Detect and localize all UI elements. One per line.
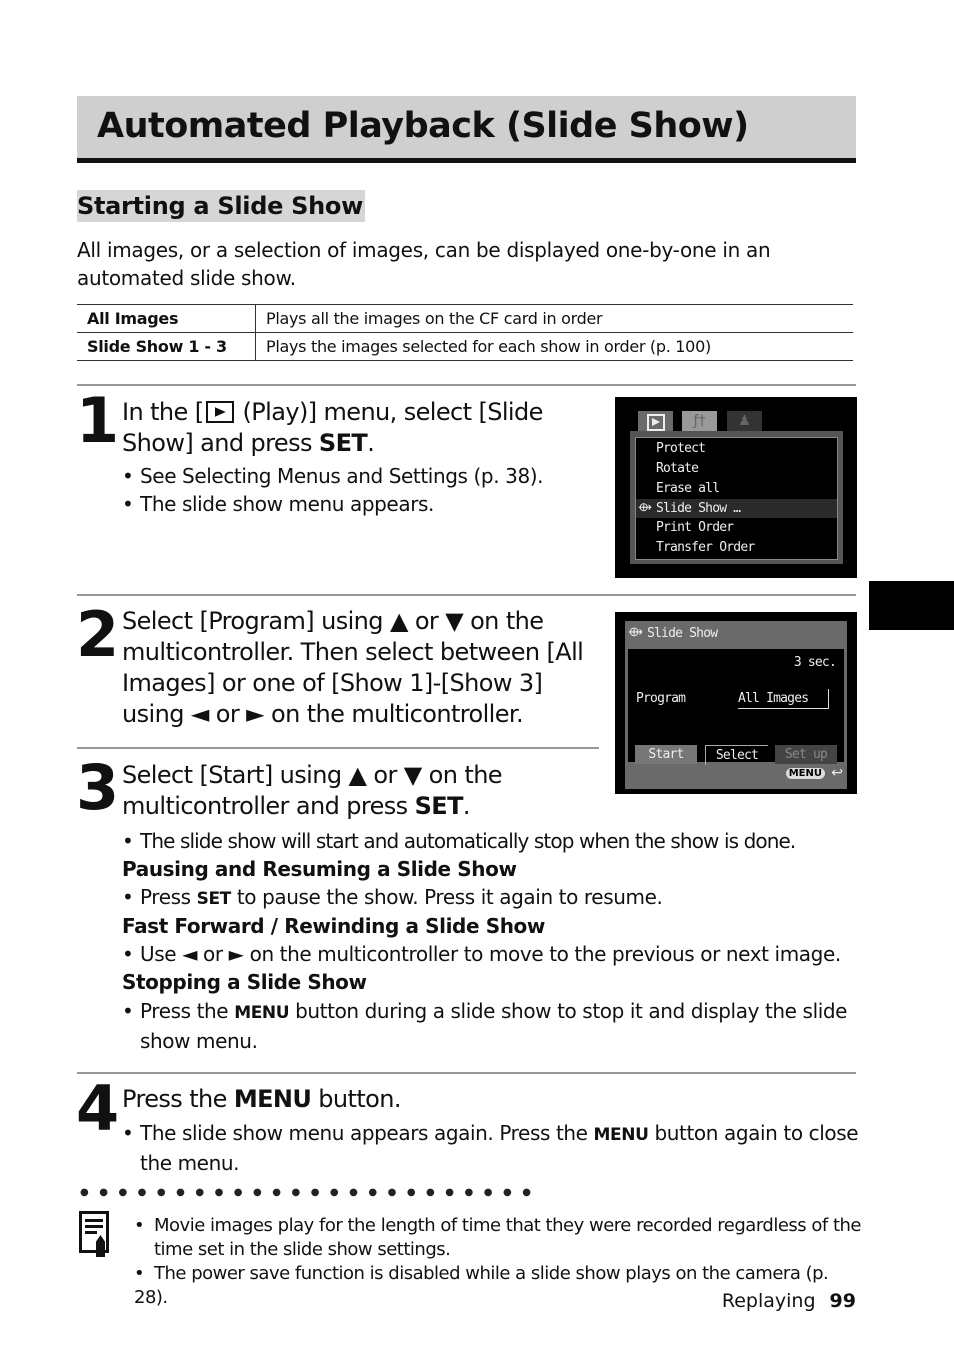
interval-value[interactable]: 3 sec. xyxy=(794,655,837,670)
title-bar: Automated Playback (Slide Show) xyxy=(77,96,856,163)
subsection-title: Stopping a Slide Show xyxy=(122,970,367,994)
menu-button-icon[interactable]: MENU xyxy=(785,768,825,779)
settings-area: 3 sec. Program All Images Start Select S… xyxy=(628,649,844,765)
menu-key: MENU xyxy=(593,1125,649,1145)
bullet: • Press SET to pause the show. Press it a… xyxy=(122,885,663,909)
bullet: • The slide show menu appears again. Pres… xyxy=(122,1121,859,1175)
step-heading: In the [ (Play)] menu, select [Slide Sho… xyxy=(122,397,592,459)
chapter-name: Replaying xyxy=(721,1290,816,1312)
menu-item-selected[interactable]: ⟴ Slide Show … xyxy=(636,499,837,518)
divider xyxy=(77,1072,856,1074)
program-value: All Images xyxy=(738,691,809,706)
bullet-text: to pause the show. Press it again to res… xyxy=(230,885,663,909)
menu-item[interactable]: Print Order xyxy=(656,520,734,535)
options-table: All Images Plays all the images on the C… xyxy=(77,304,853,361)
bullet-text: Press the xyxy=(140,999,235,1023)
bullet-text: Use ◄ or ► on the multicontroller to mov… xyxy=(140,942,841,966)
bullet-text: The slide show will start and automatica… xyxy=(140,829,796,853)
bullet: • The slide show menu appears. xyxy=(122,492,434,516)
slideshow-title: Slide Show xyxy=(647,626,718,641)
page-title: Automated Playback (Slide Show) xyxy=(97,106,749,146)
select-button[interactable]: Select xyxy=(705,745,768,765)
step-number: 2 xyxy=(76,598,119,671)
step-number: 3 xyxy=(76,751,119,824)
menu-key: MENU xyxy=(234,1003,290,1023)
step-heading: Press the MENU button. xyxy=(122,1084,401,1115)
menu-list: Protect Rotate Erase all ⟴ Slide Show … … xyxy=(635,437,838,560)
subsection-title: Fast Forward / Rewinding a Slide Show xyxy=(122,914,545,938)
bullet-text: The slide show menu appears. xyxy=(140,492,434,516)
menu-item[interactable]: Erase all xyxy=(656,481,720,496)
subsection-title: Pausing and Resuming a Slide Show xyxy=(122,857,517,881)
option-key: All Images xyxy=(77,304,256,333)
heading-text: . xyxy=(462,792,471,820)
slideshow-icon: ⟴ xyxy=(628,625,643,640)
step-heading: Select [Start] using ▲ or ▼ on the multi… xyxy=(122,760,592,822)
note-text: Movie images play for the length of time… xyxy=(154,1215,862,1260)
menu-item[interactable]: Transfer Order xyxy=(656,540,755,555)
step-number: 4 xyxy=(76,1072,119,1145)
memo-icon xyxy=(79,1211,113,1257)
option-desc: Plays all the images on the CF card in o… xyxy=(255,304,853,333)
set-key: SET xyxy=(196,889,232,909)
table-row: Slide Show 1 - 3 Plays the images select… xyxy=(77,332,853,361)
divider xyxy=(77,594,856,596)
mycamera-tab-icon: ♟ xyxy=(727,411,762,431)
page-number: 99 xyxy=(829,1290,856,1312)
bullet: • See Selecting Menus and Settings (p. 38… xyxy=(122,464,544,488)
heading-text: Press the xyxy=(122,1085,234,1113)
section-title: Starting a Slide Show xyxy=(77,190,365,222)
menu-key: MENU xyxy=(233,1085,312,1113)
set-key: SET xyxy=(318,429,368,457)
slideshow-icon: ⟴ xyxy=(638,500,652,514)
intro-text: All images, or a selection of images, ca… xyxy=(77,238,771,290)
set-key: SET xyxy=(414,792,464,820)
play-icon xyxy=(205,401,234,423)
option-key: Slide Show 1 - 3 xyxy=(77,332,256,361)
option-desc: Plays the images selected for each show … xyxy=(255,332,853,361)
menu-panel: Protect Rotate Erase all ⟴ Slide Show … … xyxy=(630,431,843,564)
divider xyxy=(77,384,856,386)
setup-button[interactable]: Set up xyxy=(775,745,837,764)
table-row: All Images Plays all the images on the C… xyxy=(77,304,853,333)
play-icon xyxy=(647,414,665,431)
heading-text: button. xyxy=(311,1085,401,1113)
chapter-tab xyxy=(869,581,954,630)
bullet-text: The slide show menu appears again. Press… xyxy=(140,1121,594,1145)
setup-tab-icon: ƒ† xyxy=(682,411,717,431)
heading-text: In the [ xyxy=(122,398,204,426)
menu-item[interactable]: Rotate xyxy=(656,461,699,476)
bullet: • Use ◄ or ► on the multicontroller to mo… xyxy=(122,942,841,966)
page-footer: Replaying 99 xyxy=(722,1290,856,1312)
play-tab xyxy=(638,411,673,433)
step-number: 1 xyxy=(76,384,119,457)
program-label: Program xyxy=(636,691,686,706)
slideshow-panel: ⟴ Slide Show 3 sec. Program All Images S… xyxy=(625,621,847,789)
start-button[interactable]: Start xyxy=(635,745,697,764)
menu-item[interactable]: Protect xyxy=(656,441,706,456)
menu-item-label: Slide Show … xyxy=(656,501,741,516)
return-icon: ↩ xyxy=(831,765,843,781)
heading-text: . xyxy=(367,429,375,457)
step-heading: Select [Program] using ▲ or ▼ on the mul… xyxy=(122,607,584,728)
bullet: • Press the MENU button during a slide sh… xyxy=(122,999,848,1053)
bullet-text: Press xyxy=(140,885,197,909)
bullet: • The slide show will start and automatic… xyxy=(122,829,796,853)
divider xyxy=(77,747,599,749)
bullet-text: See Selecting Menus and Settings (p. 38)… xyxy=(140,464,544,488)
dotted-separator: ●●●●●●●●●●●●●●●●●●●●●●●● xyxy=(80,1187,542,1198)
lcd-slideshow-menu: ⟴ Slide Show 3 sec. Program All Images S… xyxy=(615,612,857,794)
lcd-play-menu: ƒ† ♟ Protect Rotate Erase all ⟴ Slide Sh… xyxy=(615,397,857,578)
program-field[interactable]: All Images xyxy=(738,689,829,709)
note-item: • Movie images play for the length of tim… xyxy=(134,1215,862,1260)
